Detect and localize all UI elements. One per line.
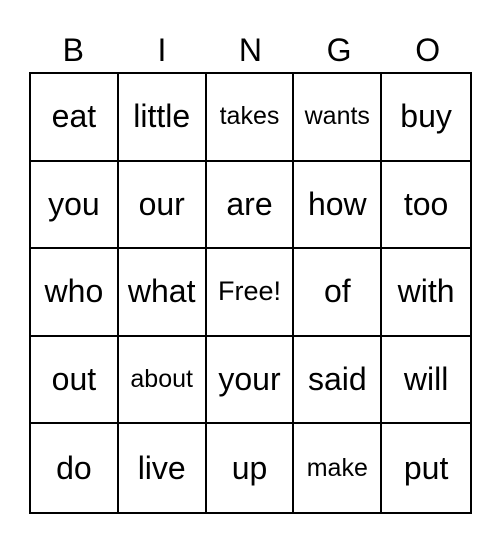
bingo-cell[interactable]: buy (382, 74, 470, 162)
bingo-cell[interactable]: your (206, 336, 295, 425)
bingo-cell[interactable]: who (31, 249, 119, 337)
bingo-header: B I N G O (29, 30, 472, 70)
header-letter-b: B (62, 32, 84, 68)
header-letter-n: N (238, 32, 263, 68)
free-space-cell[interactable]: Free! (206, 249, 295, 337)
bingo-cell[interactable]: little (118, 74, 207, 162)
bingo-cell[interactable]: live (119, 424, 207, 512)
bingo-cell[interactable]: do (31, 424, 119, 512)
bingo-card-grid: eat little takes wants buy you our are h… (29, 72, 472, 514)
bingo-cell[interactable]: takes (206, 74, 295, 162)
bingo-cell[interactable]: with (382, 249, 470, 337)
bingo-cell[interactable]: you (31, 161, 119, 250)
bingo-cell[interactable]: about (118, 336, 207, 425)
header-letter-o: O (415, 32, 441, 68)
header-letter-i: I (157, 32, 167, 68)
bingo-cell[interactable]: will (382, 337, 470, 425)
bingo-cell[interactable]: too (382, 162, 470, 250)
bingo-cell[interactable]: what (118, 249, 207, 337)
bingo-cell[interactable]: our (118, 161, 207, 250)
bingo-cell[interactable]: put (382, 424, 470, 512)
bingo-cell[interactable]: out (31, 336, 119, 425)
bingo-cell[interactable]: eat (31, 74, 119, 162)
bingo-cell[interactable]: make (294, 424, 383, 512)
bingo-cell[interactable]: wants (294, 74, 383, 162)
bingo-cell[interactable]: up (207, 424, 295, 512)
bingo-cell[interactable]: how (294, 161, 383, 250)
bingo-cell[interactable]: said (294, 336, 383, 425)
bingo-cell[interactable]: of (294, 249, 383, 337)
bingo-cell[interactable]: are (206, 161, 295, 250)
header-letter-g: G (326, 32, 352, 68)
